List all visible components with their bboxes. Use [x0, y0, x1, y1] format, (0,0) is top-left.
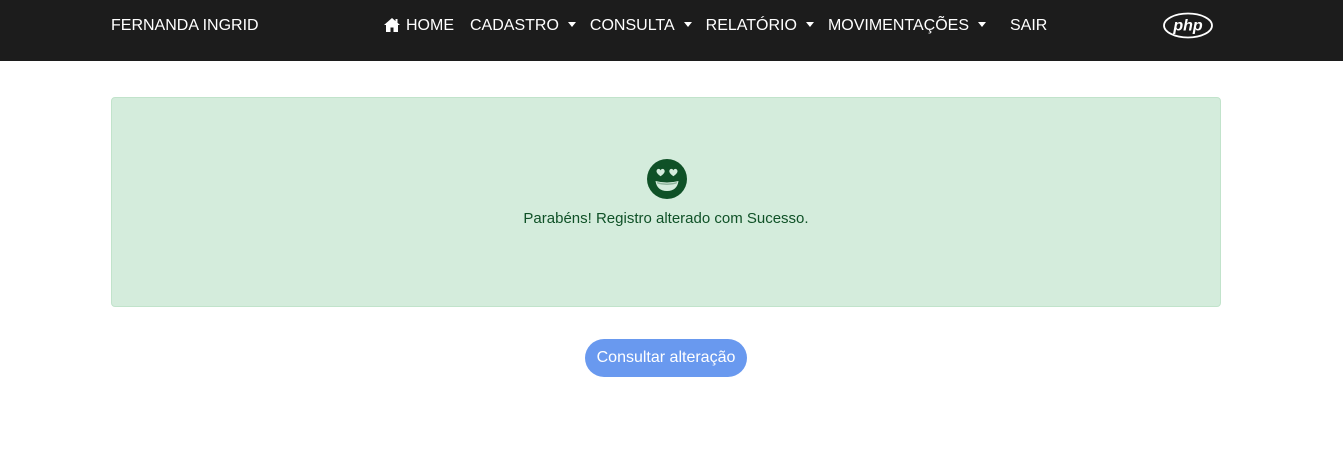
caret-down-icon [567, 22, 576, 27]
nav-item-label: SAIR [1009, 16, 1048, 34]
caret-down-icon [805, 22, 814, 27]
nav-item-label: CONSULTA [589, 16, 675, 34]
grin-hearts-icon [647, 159, 687, 199]
brand-link[interactable]: FERNANDA INGRID [111, 0, 259, 51]
nav-item-relatorio[interactable]: RELATÓRIO [699, 0, 821, 51]
php-logo[interactable]: php [1163, 12, 1213, 39]
home-icon [383, 17, 401, 33]
nav-item-label: HOME [406, 16, 454, 34]
caret-down-icon [683, 22, 692, 27]
nav-item-consulta[interactable]: CONSULTA [583, 0, 699, 51]
nav-item-label: RELATÓRIO [705, 16, 797, 34]
caret-down-icon [977, 22, 986, 27]
top-navbar: FERNANDA INGRID HOME CADASTRO CONSULTA R… [0, 0, 1343, 61]
main-nav: HOME CADASTRO CONSULTA RELATÓRIO MOVIMEN… [376, 0, 1054, 51]
success-alert: Parabéns! Registro alterado com Sucesso. [111, 97, 1221, 307]
nav-item-cadastro[interactable]: CADASTRO [463, 0, 583, 51]
nav-item-home[interactable]: HOME [376, 0, 461, 51]
success-message: Parabéns! Registro alterado com Sucesso. [523, 210, 809, 227]
nav-item-label: CADASTRO [470, 16, 559, 34]
consultar-alteracao-button[interactable]: Consultar alteração [585, 339, 747, 377]
php-logo-text: php [1172, 18, 1203, 35]
nav-item-movimentacoes[interactable]: MOVIMENTAÇÕES [821, 0, 993, 51]
nav-item-label: MOVIMENTAÇÕES [827, 16, 969, 34]
nav-item-sair[interactable]: SAIR [1003, 0, 1054, 51]
